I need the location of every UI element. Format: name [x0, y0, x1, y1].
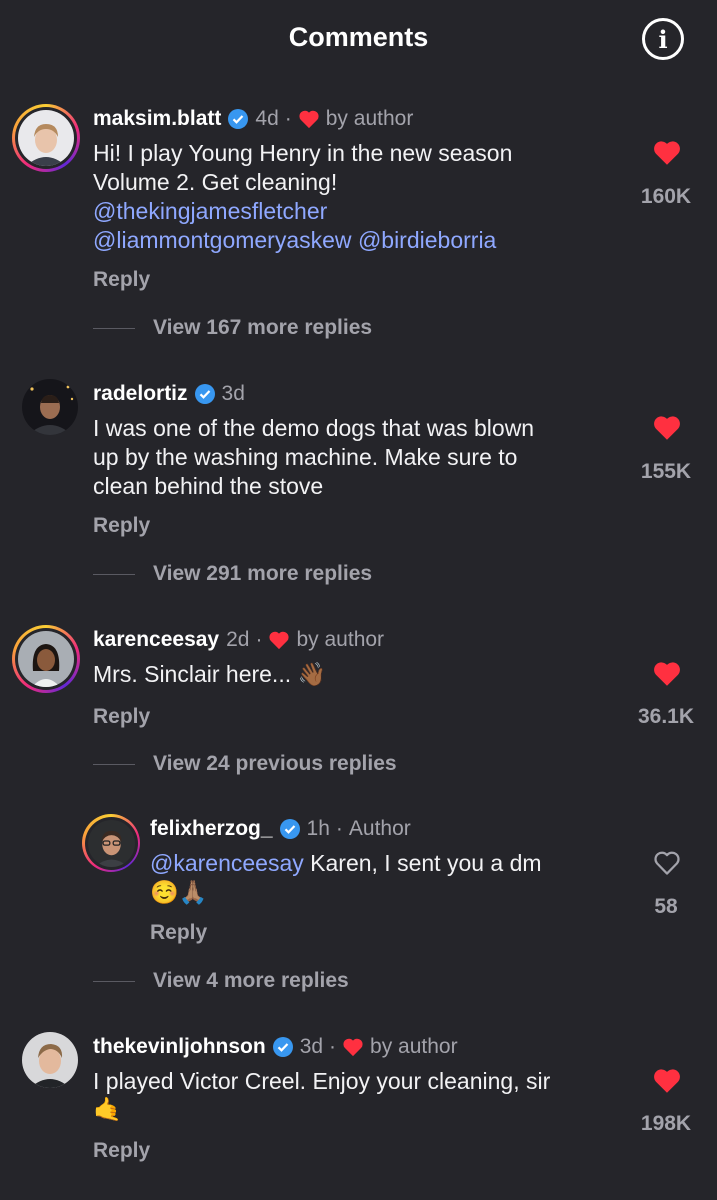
comment-text: Hi! I play Young Henry in the new season…	[93, 139, 613, 255]
comment-text-line: up by the washing machine. Make sure to	[93, 444, 518, 470]
call-me-hand-emoji: 🤙	[93, 1097, 122, 1123]
verified-badge-icon	[194, 384, 215, 404]
by-author-label: by author	[325, 107, 414, 130]
comment-username[interactable]: radelortiz	[93, 382, 188, 406]
by-author-label: by author	[296, 628, 385, 651]
info-icon[interactable]: i	[642, 18, 684, 60]
avatar[interactable]	[22, 379, 78, 435]
comment-time: 1h	[306, 817, 330, 840]
page-title: Comments	[288, 22, 429, 52]
comment-text: @karenceesay Karen, I sent you a dm ☺️🙏🏽	[150, 849, 620, 908]
like-heart-icon[interactable]	[652, 660, 682, 687]
view-replies-label: View 24 previous replies	[153, 752, 397, 775]
mention-link[interactable]: @karenceesay	[150, 850, 304, 876]
author-label: Author	[348, 817, 411, 840]
separator-dot: ·	[284, 107, 292, 130]
comment-text-content: Karen, I sent you a dm	[303, 850, 542, 876]
reply-button[interactable]: Reply	[150, 921, 207, 945]
wave-emoji: 👋🏾	[297, 662, 327, 688]
comment-time: 4d	[255, 107, 279, 130]
avatar	[18, 631, 74, 687]
avatar	[87, 819, 135, 867]
like-count: 198K	[640, 1112, 692, 1135]
avatar[interactable]	[22, 1032, 78, 1088]
comment-text-line: Volume 2. Get cleaning!	[93, 169, 338, 195]
mention-link[interactable]: @thekingjamesfletcher	[93, 198, 327, 224]
replies-divider	[93, 980, 135, 982]
comment-text: Mrs. Sinclair here... 👋🏾	[93, 660, 613, 690]
comment-text-line: clean behind the stove	[93, 473, 324, 499]
verified-badge-icon	[272, 1037, 293, 1057]
mention-link[interactable]: @birdieborria	[358, 227, 496, 253]
reply-button[interactable]: Reply	[93, 1139, 150, 1163]
comment-time: 3d	[299, 1035, 324, 1058]
verified-badge-icon	[279, 819, 300, 839]
avatar-story-ring[interactable]	[12, 104, 80, 172]
comment-username[interactable]: karenceesay	[93, 628, 219, 652]
verified-badge-icon	[228, 109, 249, 129]
view-replies-button[interactable]: View 167 more replies	[93, 315, 372, 341]
comment-text-line: I was one of the demo dogs that was blow…	[93, 415, 535, 441]
separator-dot: ·	[329, 1035, 337, 1058]
by-author-label: by author	[370, 1035, 458, 1058]
view-replies-button[interactable]: View 24 previous replies	[93, 751, 397, 777]
view-replies-button[interactable]: View 291 more replies	[93, 561, 372, 587]
view-replies-button[interactable]: View 4 more replies	[93, 968, 349, 994]
replies-divider	[93, 327, 135, 329]
like-heart-outline-icon[interactable]	[652, 849, 682, 876]
comment-text-content: I played Victor Creel. Enjoy your cleani…	[93, 1068, 551, 1094]
view-replies-label: View 291 more replies	[153, 562, 373, 585]
separator-dot: ·	[335, 817, 343, 840]
avatar-story-ring[interactable]	[12, 625, 80, 693]
reply-button[interactable]: Reply	[93, 705, 150, 729]
comment-username[interactable]: felixherzog_	[150, 817, 273, 841]
view-replies-label: View 4 more replies	[153, 969, 349, 992]
like-count: 160K	[640, 185, 692, 208]
comment-time: 3d	[221, 382, 245, 405]
avatar-story-ring[interactable]	[82, 814, 140, 872]
liked-by-author-heart-icon	[269, 631, 290, 650]
like-count: 155K	[640, 460, 692, 483]
comment-username[interactable]: maksim.blatt	[93, 107, 221, 131]
comment-username[interactable]: thekevinljohnson	[93, 1035, 266, 1059]
comment-text-content: Mrs. Sinclair here...	[93, 661, 298, 687]
comments-header: Comments i	[0, 0, 717, 80]
reply-button[interactable]: Reply	[93, 514, 150, 538]
like-heart-icon[interactable]	[652, 139, 682, 166]
like-count: 36.1K	[637, 705, 695, 728]
info-glyph: i	[658, 24, 668, 54]
comment-text-line: Hi! I play Young Henry in the new season	[93, 140, 513, 166]
like-count: 58	[654, 895, 678, 918]
comment-time: 2d	[226, 628, 250, 651]
comment-text: I was one of the demo dogs that was blow…	[93, 414, 633, 501]
comment-text: I played Victor Creel. Enjoy your cleani…	[93, 1067, 623, 1125]
reply-button[interactable]: Reply	[93, 268, 150, 292]
liked-by-author-heart-icon	[299, 110, 319, 129]
avatar	[18, 110, 74, 166]
separator-dot: ·	[255, 628, 263, 651]
view-replies-label: View 167 more replies	[153, 316, 373, 339]
liked-by-author-heart-icon	[343, 1038, 363, 1057]
emoji-line: ☺️🙏🏽	[150, 880, 208, 906]
like-heart-icon[interactable]	[652, 414, 682, 441]
mention-link[interactable]: @liammontgomeryaskew	[93, 227, 352, 253]
replies-divider	[93, 763, 135, 765]
replies-divider	[93, 573, 135, 575]
like-heart-icon[interactable]	[652, 1067, 682, 1094]
